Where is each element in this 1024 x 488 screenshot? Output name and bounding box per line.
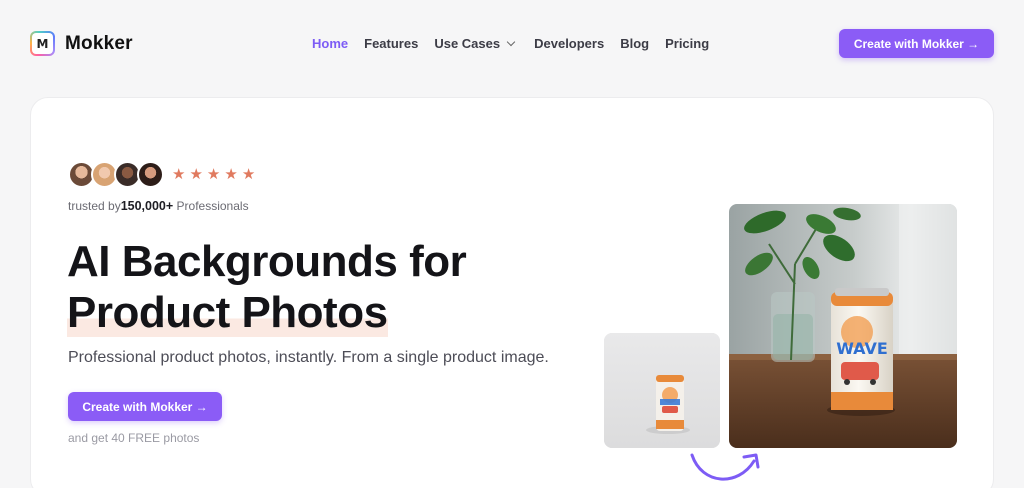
hero-subtitle: Professional product photos, instantly. … — [68, 349, 549, 366]
headline-line-2: Product Photos — [67, 288, 388, 337]
curved-arrow-icon — [690, 453, 760, 481]
nav-pricing-label: Pricing — [665, 36, 710, 51]
nav-blog[interactable]: Blog — [620, 36, 649, 51]
nav-features[interactable]: Features — [364, 36, 418, 51]
nav-developers[interactable]: Developers — [534, 36, 604, 51]
free-photos-note: and get 40 FREE photos — [68, 431, 200, 445]
user-avatars — [68, 161, 164, 188]
nav-home[interactable]: Home — [312, 36, 348, 51]
scene-can-illustration: WAVE — [729, 204, 957, 448]
star-icon: ★ — [241, 165, 256, 183]
logo-icon: M — [30, 31, 55, 56]
avatar — [137, 161, 164, 188]
nav-use-cases-label: Use Cases — [434, 36, 501, 51]
nav-use-cases[interactable]: Use Cases — [434, 36, 516, 51]
nav-developers-label: Developers — [534, 36, 605, 51]
star-icon: ★ — [206, 165, 221, 183]
brand-name: Mokker — [65, 32, 133, 54]
nav-blog-label: Blog — [620, 36, 650, 51]
can-brand-text: WAVE — [836, 339, 888, 358]
site-header: M Mokker Home Features Use Cases Develop… — [0, 0, 1024, 88]
logo-letter: M — [32, 33, 53, 54]
trusted-prefix: trusted by — [68, 199, 121, 213]
main-nav: Home Features Use Cases Developers Blog … — [312, 36, 725, 51]
page-title: AI Backgrounds for Product Photos — [67, 236, 467, 338]
header-create-button[interactable]: Create with Mokker → — [839, 29, 994, 58]
trusted-by-text: trusted by150,000+ Professionals — [68, 199, 249, 213]
plain-can-illustration — [604, 333, 720, 448]
chevron-down-icon — [506, 37, 516, 47]
nav-features-label: Features — [364, 36, 419, 51]
trusted-suffix: Professionals — [176, 199, 249, 213]
nav-pricing[interactable]: Pricing — [665, 36, 709, 51]
nav-home-label: Home — [312, 36, 349, 51]
after-product-image: WAVE — [729, 204, 957, 448]
before-product-image — [604, 333, 720, 448]
star-icon: ★ — [189, 165, 203, 183]
hero-create-button[interactable]: Create with Mokker → — [68, 392, 222, 421]
headline-line-1: AI Backgrounds for — [67, 237, 467, 286]
rating-stars: ★ ★ ★ ★ ★ — [172, 166, 259, 183]
logo[interactable]: M Mokker — [30, 31, 133, 56]
star-icon: ★ — [224, 165, 238, 183]
star-icon: ★ — [172, 165, 186, 183]
trusted-count: 150,000+ — [120, 199, 174, 213]
